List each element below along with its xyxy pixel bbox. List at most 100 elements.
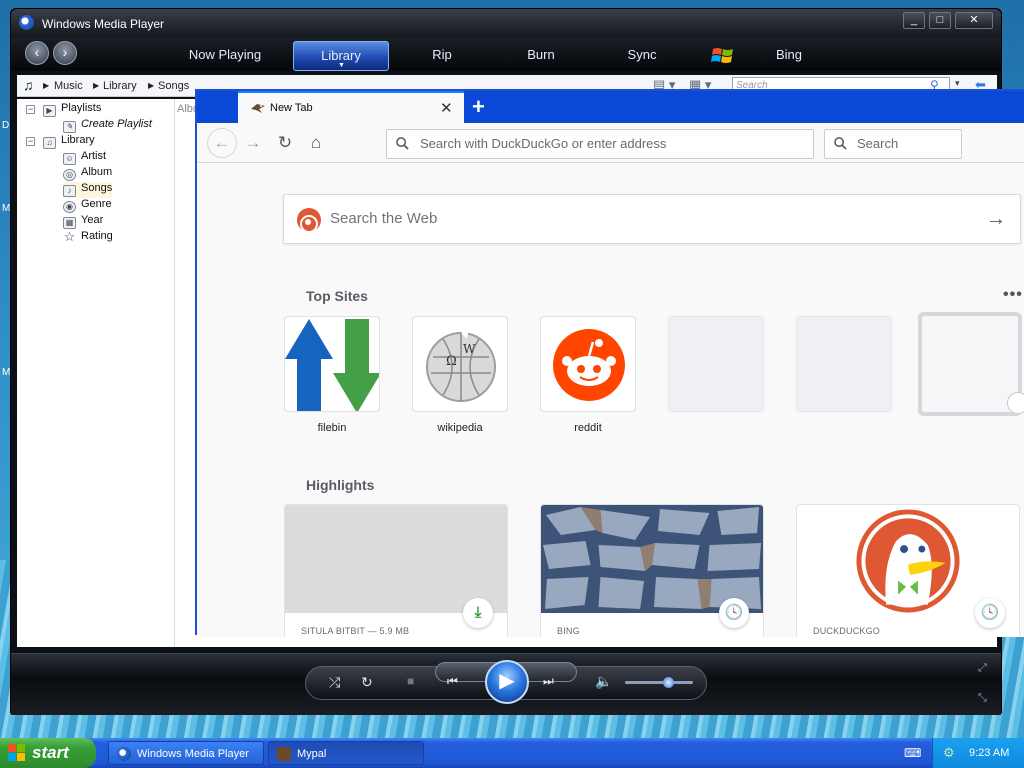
desktop-icon-edge: D	[2, 120, 10, 131]
shuffle-icon[interactable]: ⤮	[329, 674, 340, 691]
browser-tabbar: New Tab ✕ +	[197, 91, 1024, 123]
edit-tile-button[interactable]	[1007, 392, 1024, 414]
highlight-card[interactable]: DUCKDUCKGO 🕓	[796, 504, 1020, 637]
collapse-icon[interactable]: −	[26, 105, 35, 114]
volume-icon[interactable]: 🔈	[595, 673, 612, 690]
browser-window: New Tab ✕ + ← → ↻ ⌂ Search with DuckDuck…	[195, 89, 1024, 637]
close-tab-icon[interactable]: ✕	[440, 99, 453, 117]
top-site-label[interactable]: reddit	[540, 422, 636, 434]
reload-icon[interactable]: ↻	[273, 131, 297, 155]
start-button[interactable]: start	[0, 738, 96, 768]
previous-icon[interactable]: ⏮	[447, 674, 458, 689]
search-bar[interactable]: Search	[824, 129, 962, 159]
minimize-button[interactable]: _	[903, 12, 925, 29]
taskbar-item-mypal[interactable]: Mypal	[268, 741, 424, 765]
wikipedia-globe-icon: Ω W	[426, 329, 496, 402]
url-bar[interactable]: Search with DuckDuckGo or enter address	[386, 129, 814, 159]
repeat-icon[interactable]: ↻	[361, 674, 373, 691]
tab-new-tab[interactable]: New Tab ✕	[238, 91, 464, 123]
highlight-thumbnail	[541, 505, 763, 613]
forward-arrow-icon[interactable]: →	[241, 131, 265, 155]
tab-sync[interactable]: Sync	[594, 41, 690, 71]
tree-label: Rating	[81, 230, 113, 242]
tree-label: Year	[81, 214, 104, 226]
highlight-card[interactable]: SITULA BITBIT — 5.9 MB ⤓	[284, 504, 508, 637]
top-site-empty-slot[interactable]	[668, 316, 764, 412]
highlight-card[interactable]: BING 🕓	[540, 504, 764, 637]
forward-button[interactable]: ›	[53, 41, 77, 65]
wmp-title: Windows Media Player	[42, 17, 165, 31]
top-sites-heading: Top Sites	[306, 288, 368, 304]
url-placeholder: Search with DuckDuckGo or enter address	[420, 136, 667, 151]
tree-item-library[interactable]: ♫ Library	[43, 134, 95, 150]
back-arrow-icon[interactable]: ←	[207, 128, 237, 158]
tab-rip[interactable]: Rip	[394, 41, 490, 71]
breadcrumb-music[interactable]: Music	[54, 80, 83, 92]
duckduckgo-logo	[797, 505, 1019, 613]
back-button[interactable]: ‹	[25, 41, 49, 65]
tree-label: Album	[81, 166, 113, 178]
arrow-right-icon[interactable]: →	[986, 195, 1006, 243]
tab-library[interactable]: Library ▼	[293, 41, 389, 71]
highlight-source: SITULA BITBIT — 5.9 MB	[301, 626, 410, 636]
music-note-icon: ♫	[23, 77, 34, 93]
tab-burn[interactable]: Burn	[493, 41, 589, 71]
close-button[interactable]: ✕	[955, 12, 993, 29]
more-options-icon[interactable]: •••	[1003, 286, 1023, 304]
highlight-thumbnail	[285, 505, 507, 613]
highlight-source: DUCKDUCKGO	[813, 626, 881, 636]
tree-item-album[interactable]: ◎ Album	[63, 166, 112, 182]
tree-label: Songs	[81, 182, 113, 194]
tree-item-artist[interactable]: ☺ Artist	[63, 150, 106, 166]
tree-item-rating[interactable]: ☆ Rating	[63, 230, 113, 246]
maximize-button[interactable]: □	[929, 12, 951, 29]
top-site-label[interactable]: filebin	[284, 422, 380, 434]
calendar-icon: ▦	[63, 217, 76, 229]
tree-item-year[interactable]: ▦ Year	[63, 214, 103, 230]
top-site-label[interactable]: wikipedia	[412, 422, 508, 434]
star-icon: ☆	[63, 229, 76, 244]
artist-icon: ☺	[63, 153, 76, 165]
volume-slider[interactable]	[625, 677, 693, 688]
compact-mode-icon[interactable]: ⤡	[978, 692, 987, 705]
play-button[interactable]: ▶	[485, 660, 529, 704]
home-icon[interactable]: ⌂	[304, 131, 328, 155]
breadcrumb-library[interactable]: Library	[103, 80, 137, 92]
wmp-titlebar[interactable]: Windows Media Player _ □ ✕	[11, 9, 1001, 37]
top-site-wikipedia[interactable]: Ω W	[412, 316, 508, 412]
tree-item-songs[interactable]: ♪ Songs	[63, 182, 113, 198]
taskbar-item-label: Mypal	[297, 748, 327, 760]
wmp-app-icon	[19, 15, 34, 30]
web-search-input[interactable]: Search the Web →	[283, 194, 1021, 244]
clock[interactable]: 9:23 AM	[969, 738, 1009, 768]
new-tab-button[interactable]: +	[472, 94, 485, 120]
tab-bing[interactable]: Bing	[741, 41, 837, 71]
network-icon[interactable]: ⚙	[943, 738, 955, 768]
duckduckgo-icon	[297, 208, 321, 233]
volume-thumb[interactable]	[663, 677, 674, 688]
windows-logo-icon	[8, 744, 25, 761]
top-site-filebin[interactable]	[284, 316, 380, 412]
collapse-icon[interactable]: −	[26, 137, 35, 146]
search-icon	[396, 137, 409, 150]
playlist-icon: ▶	[43, 105, 56, 117]
taskbar-item-label: Windows Media Player	[137, 748, 249, 760]
switch-view-icon[interactable]: ⤢	[978, 662, 987, 675]
taskbar-item-wmp[interactable]: Windows Media Player	[108, 741, 264, 765]
tab-now-playing[interactable]: Now Playing	[177, 41, 273, 71]
tree-label: Library	[61, 134, 95, 146]
chevron-right-icon: ▶	[43, 81, 50, 90]
breadcrumb-songs[interactable]: Songs	[158, 80, 189, 92]
tree-item-create-playlist[interactable]: ✎ Create Playlist	[63, 118, 152, 134]
search-dropdown-icon[interactable]: ▾	[955, 78, 960, 89]
keyboard-icon[interactable]: ⌨	[904, 746, 921, 760]
svg-text:Ω: Ω	[446, 354, 457, 369]
tree-item-genre[interactable]: ◉ Genre	[63, 198, 112, 214]
chevron-right-icon: ▶	[93, 81, 100, 90]
wmp-app-icon	[117, 747, 131, 761]
next-icon[interactable]: ⏭	[543, 674, 554, 689]
top-site-empty-slot[interactable]	[796, 316, 892, 412]
stop-icon[interactable]: ■	[407, 674, 414, 688]
top-site-reddit[interactable]	[540, 316, 636, 412]
tree-item-playlists[interactable]: ▶ Playlists	[43, 102, 101, 118]
